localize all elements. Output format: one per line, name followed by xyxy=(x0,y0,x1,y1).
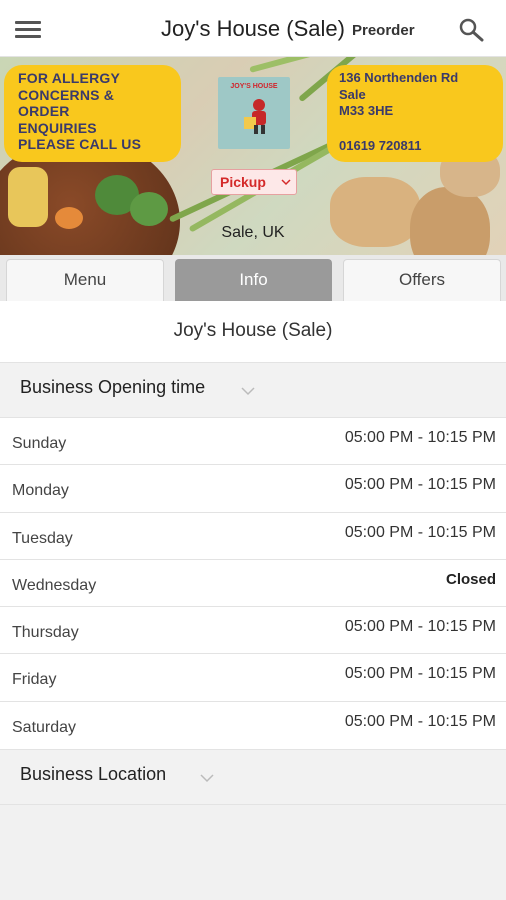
location-section-header[interactable]: Business Location xyxy=(0,749,506,805)
day-name: Friday xyxy=(12,671,57,689)
section-title: Business Location xyxy=(20,764,167,784)
hours-value: 05:00 PM - 10:15 PM xyxy=(344,523,496,541)
day-name: Thursday xyxy=(12,624,79,642)
order-type-dropdown[interactable]: Pickup xyxy=(211,169,297,195)
address-line: 136 Northenden Rd xyxy=(339,70,459,85)
day-name: Monday xyxy=(12,482,69,500)
day-name: Saturday xyxy=(12,718,77,736)
list-item: Tuesday 05:00 PM - 10:15 PM xyxy=(0,513,506,560)
day-name: Wednesday xyxy=(12,576,97,594)
preorder-button[interactable]: Preorder xyxy=(352,22,415,39)
tab-bar: Menu Info Offers xyxy=(0,255,506,301)
hours-value: 05:00 PM - 10:15 PM xyxy=(344,618,496,636)
restaurant-locality: Sale, UK xyxy=(221,224,285,241)
allergy-line: PLEASE CALL US xyxy=(18,136,142,152)
list-item: Monday 05:00 PM - 10:15 PM xyxy=(0,465,506,513)
list-item: Friday 05:00 PM - 10:15 PM xyxy=(0,654,506,702)
list-item: Wednesday Closed xyxy=(0,560,506,608)
app-bar: Joy's House (Sale) Preorder xyxy=(0,0,506,57)
order-type-value: Pickup xyxy=(220,174,266,190)
search-icon[interactable] xyxy=(458,18,486,42)
address-line: Sale xyxy=(339,86,366,102)
address-notice: 136 Northenden Rd Sale M33 3HE 01619 720… xyxy=(327,65,503,162)
phone-number: 01619 720811 xyxy=(339,137,422,153)
tab-info[interactable]: Info xyxy=(175,259,332,301)
hours-value: Closed xyxy=(445,570,496,588)
restaurant-banner: FOR ALLERGY CONCERNS & ORDER ENQUIRIES P… xyxy=(0,57,506,255)
hours-value: 05:00 PM - 10:15 PM xyxy=(344,665,496,683)
allergy-line: FOR ALLERGY xyxy=(18,70,121,86)
opening-hours-list: Sunday 05:00 PM - 10:15 PM Monday 05:00 … xyxy=(0,418,506,750)
chevron-down-icon xyxy=(281,179,291,186)
tab-offers[interactable]: Offers xyxy=(343,259,501,301)
chevron-down-icon xyxy=(241,387,255,396)
banner-decoration xyxy=(130,192,168,226)
restaurant-logo: JOY'S HOUSE xyxy=(218,77,290,149)
day-name: Tuesday xyxy=(12,529,73,547)
allergy-line: ENQUIRIES xyxy=(18,119,97,136)
list-item: Saturday 05:00 PM - 10:15 PM xyxy=(0,702,506,749)
hamburger-menu-icon[interactable] xyxy=(15,21,41,41)
banner-decoration xyxy=(410,187,490,255)
list-item: Sunday 05:00 PM - 10:15 PM xyxy=(0,418,506,466)
tab-menu[interactable]: Menu xyxy=(6,259,164,301)
banner-decoration xyxy=(8,167,48,227)
allergy-notice: FOR ALLERGY CONCERNS & ORDER ENQUIRIES P… xyxy=(4,65,181,162)
chevron-down-icon xyxy=(200,774,214,783)
hours-value: 05:00 PM - 10:15 PM xyxy=(344,476,496,494)
hours-value: 05:00 PM - 10:15 PM xyxy=(344,712,496,730)
section-title: Business Opening time xyxy=(20,377,206,397)
logo-text: JOY'S HOUSE xyxy=(230,83,278,90)
day-name: Sunday xyxy=(12,435,67,452)
allergy-line: CONCERNS & xyxy=(18,86,115,103)
chef-figure-icon xyxy=(244,99,266,134)
list-item: Thursday 05:00 PM - 10:15 PM xyxy=(0,607,506,655)
opening-time-section-header[interactable]: Business Opening time xyxy=(0,362,506,418)
allergy-line: ORDER xyxy=(18,103,70,119)
restaurant-name: Joy's House (Sale) xyxy=(0,301,506,362)
hours-value: 05:00 PM - 10:15 PM xyxy=(344,429,496,446)
address-line: M33 3HE xyxy=(339,103,394,118)
